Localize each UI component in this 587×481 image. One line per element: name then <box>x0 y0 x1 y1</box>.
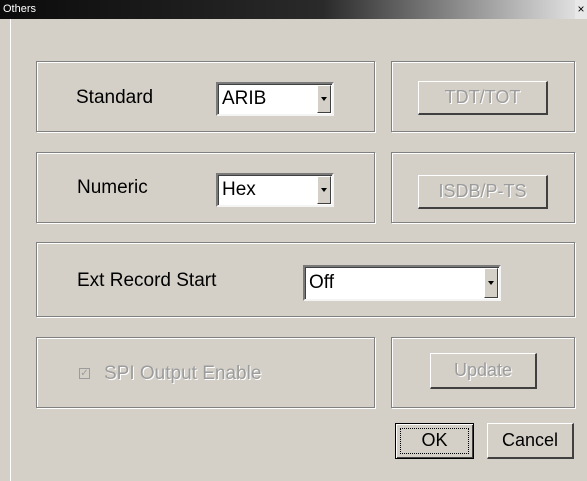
focus-rect <box>400 428 469 454</box>
update-button[interactable]: Update <box>430 353 537 389</box>
tdt-group: TDT/TOT <box>391 61 575 132</box>
numeric-select-value: Hex <box>222 179 256 200</box>
ext-record-group: Ext Record Start Off <box>36 242 575 317</box>
tdt-tot-button[interactable]: TDT/TOT <box>418 81 548 115</box>
numeric-label: Numeric <box>77 177 148 198</box>
chevron-down-icon[interactable] <box>317 85 331 113</box>
isdb-p-ts-button[interactable]: ISDB/P-TS <box>418 175 548 209</box>
close-icon[interactable]: × <box>575 0 587 19</box>
ext-record-label: Ext Record Start <box>77 270 217 291</box>
standard-select-value: ARIB <box>222 88 267 109</box>
update-group: Update <box>391 337 575 408</box>
spi-output-checkbox[interactable]: ✓ <box>79 368 90 379</box>
standard-group: Standard ARIB <box>36 61 375 132</box>
numeric-group: Numeric Hex <box>36 152 375 223</box>
cancel-button[interactable]: Cancel <box>487 423 574 459</box>
standard-label: Standard <box>76 87 154 108</box>
spi-group: ✓ SPI Output Enable <box>36 337 375 408</box>
chevron-down-icon[interactable] <box>484 268 498 298</box>
chevron-down-icon[interactable] <box>317 176 331 204</box>
isdb-group: ISDB/P-TS <box>391 152 575 223</box>
ext-record-select-value: Off <box>309 272 334 293</box>
window-title: Others <box>3 3 37 15</box>
ext-record-select[interactable]: Off <box>303 265 501 301</box>
ok-button[interactable]: OK <box>395 423 474 459</box>
numeric-select[interactable]: Hex <box>216 173 334 207</box>
dialog-client-area: Standard ARIB TDT/TOT Numeric Hex ISDB/P… <box>10 19 587 481</box>
standard-select[interactable]: ARIB <box>216 82 334 116</box>
title-bar: Others × <box>0 0 587 19</box>
spi-output-label: SPI Output Enable <box>104 363 262 384</box>
